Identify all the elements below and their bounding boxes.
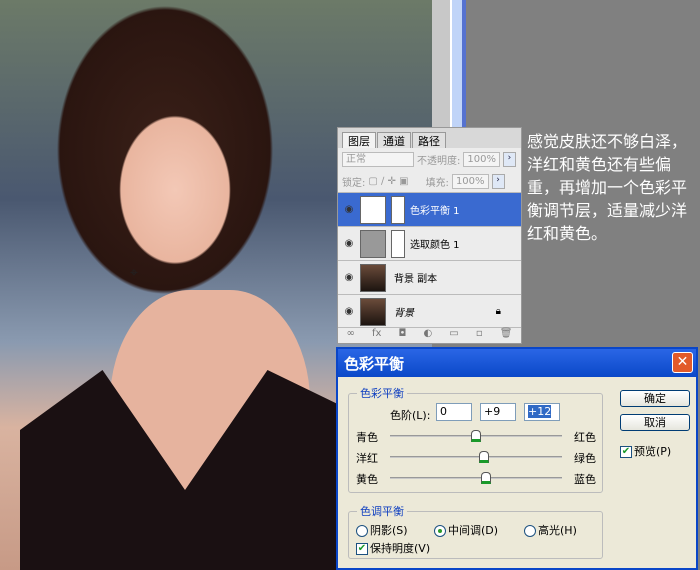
slider-left-label: 洋红 bbox=[356, 452, 378, 465]
folder-icon[interactable]: ▭ bbox=[449, 328, 458, 343]
photo-thumbnail bbox=[360, 263, 386, 292]
slider-knob[interactable] bbox=[478, 451, 489, 463]
slider-left-label: 青色 bbox=[356, 431, 378, 444]
cancel-button[interactable]: 取消 bbox=[620, 414, 690, 431]
fill-arrow-icon[interactable]: › bbox=[491, 173, 505, 189]
scrollbar[interactable] bbox=[432, 0, 466, 128]
group-title: 色彩平衡 bbox=[360, 387, 404, 400]
group-title: 色调平衡 bbox=[360, 505, 404, 518]
trash-icon[interactable]: 🗑︎ bbox=[500, 328, 513, 343]
adjustment-icon[interactable]: ◐ bbox=[423, 328, 432, 343]
lock-label: 锁定: bbox=[342, 177, 366, 189]
layer-name: 色彩平衡 1 bbox=[410, 206, 460, 217]
dialog-title: 色彩平衡 bbox=[344, 355, 405, 373]
color-slider[interactable] bbox=[390, 472, 562, 484]
tab-layers[interactable]: 图层 bbox=[342, 132, 376, 148]
levels-label: 色阶(L): bbox=[390, 409, 431, 422]
radio-label: 高光(H) bbox=[538, 524, 577, 537]
lock-icon: 🔒︎ bbox=[495, 306, 501, 317]
layer-name: 背景 bbox=[394, 308, 414, 319]
layer-background-copy[interactable]: ◉ 背景 副本 bbox=[338, 260, 521, 294]
radio-icon bbox=[524, 525, 536, 537]
tab-paths[interactable]: 路径 bbox=[412, 132, 446, 148]
layer-selective-color[interactable]: ◉ 选取颜色 1 bbox=[338, 226, 521, 260]
radio-label: 中间调(D) bbox=[448, 524, 499, 537]
layer-background[interactable]: ◉ 背景 🔒︎ bbox=[338, 294, 521, 328]
radio-icon bbox=[434, 525, 446, 537]
color-sampler-cursor-icon: ⌖ bbox=[130, 265, 138, 281]
preserve-label: 保持明度(V) bbox=[370, 542, 431, 555]
eye-icon[interactable]: ◉ bbox=[338, 272, 360, 283]
slider-knob[interactable] bbox=[471, 430, 481, 442]
opacity-input[interactable]: 100% bbox=[463, 151, 500, 167]
layer-mask bbox=[391, 195, 405, 224]
preserve-luminosity-checkbox[interactable]: ✔ 保持明度(V) bbox=[356, 540, 430, 556]
adjustment-thumbnail bbox=[360, 229, 386, 258]
slider-left-label: 黄色 bbox=[356, 473, 378, 486]
radio-highlights[interactable]: 高光(H) bbox=[524, 522, 577, 538]
layer-mask bbox=[391, 229, 405, 258]
layers-panel: 图层 通道 路径 正常 不透明度: 100% › 锁定: ▢ ∕ ✛ ▣ 填充:… bbox=[337, 127, 522, 344]
preview-checkbox[interactable]: ✔ 预览(P) bbox=[620, 443, 671, 459]
level-cyan-red-input[interactable]: 0 bbox=[436, 403, 472, 421]
radio-shadows[interactable]: 阴影(S) bbox=[356, 522, 408, 538]
check-icon: ✔ bbox=[620, 446, 632, 458]
radio-label: 阴影(S) bbox=[370, 524, 408, 537]
radio-midtones[interactable]: 中间调(D) bbox=[434, 522, 498, 538]
color-slider[interactable] bbox=[390, 451, 562, 463]
tutorial-note: 感觉皮肤还不够白泽，洋红和黄色还有些偏重，再增加一个色彩平衡调节层，适量减少洋红… bbox=[527, 132, 688, 243]
link-icon[interactable]: ∞ bbox=[347, 328, 355, 343]
selected-text: +12 bbox=[528, 405, 552, 418]
mask-icon[interactable]: ◘ bbox=[398, 328, 406, 343]
opacity-label: 不透明度: bbox=[417, 155, 461, 167]
eye-icon[interactable]: ◉ bbox=[338, 306, 360, 317]
close-button[interactable]: ✕ bbox=[672, 352, 693, 373]
blend-mode-select[interactable]: 正常 bbox=[342, 151, 414, 167]
color-slider[interactable] bbox=[390, 430, 562, 442]
lock-icons[interactable]: ▢ ∕ ✛ ▣ bbox=[368, 176, 408, 187]
fx-icon[interactable]: fx bbox=[372, 328, 381, 343]
photo-thumbnail bbox=[360, 297, 386, 326]
eye-icon[interactable]: ◉ bbox=[338, 238, 360, 249]
new-layer-icon[interactable]: ▫ bbox=[476, 328, 483, 343]
panel-toolbar: ∞ fx ◘ ◐ ▭ ▫ 🗑︎ bbox=[338, 327, 521, 343]
radio-icon bbox=[356, 525, 368, 537]
layer-name: 背景 副本 bbox=[394, 274, 438, 285]
layer-color-balance[interactable]: ◉ 色彩平衡 1 bbox=[338, 192, 521, 226]
color-balance-dialog: 色彩平衡 ✕ 色彩平衡 色阶(L): 0 +9 +12 青色 红色 洋红 绿色 黄色 … bbox=[336, 347, 698, 570]
opacity-arrow-icon[interactable]: › bbox=[502, 151, 516, 167]
slider-knob[interactable] bbox=[481, 472, 492, 484]
slider-right-label: 红色 bbox=[574, 431, 596, 444]
preview-label: 预览(P) bbox=[634, 445, 672, 458]
fill-input[interactable]: 100% bbox=[451, 173, 489, 189]
adjustment-thumbnail bbox=[360, 195, 386, 224]
layer-name: 选取颜色 1 bbox=[410, 240, 460, 251]
check-icon: ✔ bbox=[356, 543, 368, 555]
fill-label: 填充: bbox=[425, 177, 449, 189]
slider-right-label: 蓝色 bbox=[574, 473, 596, 486]
level-yellow-blue-input[interactable]: +12 bbox=[524, 403, 560, 421]
slider-right-label: 绿色 bbox=[574, 452, 596, 465]
eye-icon[interactable]: ◉ bbox=[338, 204, 360, 215]
ok-button[interactable]: 确定 bbox=[620, 390, 690, 407]
level-magenta-green-input[interactable]: +9 bbox=[480, 403, 516, 421]
tab-channels[interactable]: 通道 bbox=[377, 132, 411, 148]
